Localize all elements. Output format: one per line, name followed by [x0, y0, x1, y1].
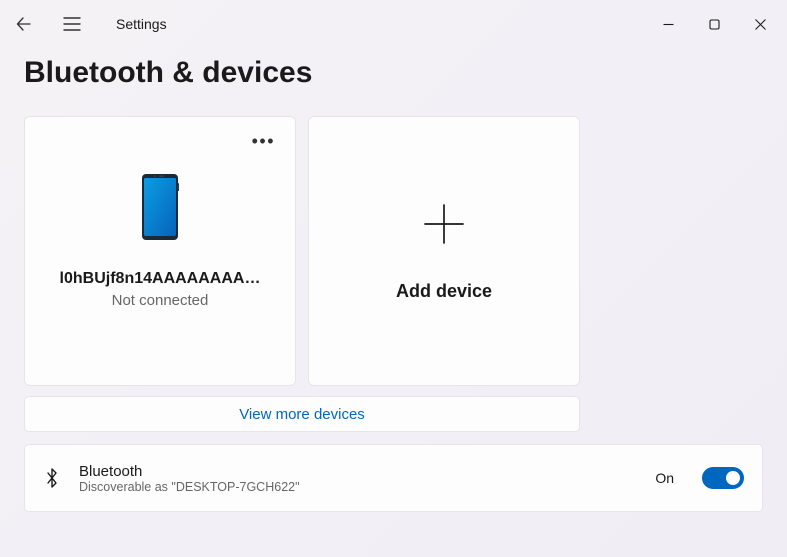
phone-icon: [141, 173, 179, 246]
bluetooth-title: Bluetooth: [79, 463, 637, 480]
bluetooth-toggle[interactable]: [702, 467, 744, 489]
titlebar-left: Settings: [4, 4, 167, 44]
device-card-more-button[interactable]: •••: [248, 127, 279, 156]
back-arrow-icon: [16, 16, 32, 32]
page-title: Bluetooth & devices: [24, 56, 763, 90]
minimize-icon: [663, 19, 674, 30]
view-more-devices-button[interactable]: View more devices: [24, 396, 580, 432]
close-button[interactable]: [737, 8, 783, 40]
window-controls: [645, 8, 783, 40]
bluetooth-icon: [43, 467, 61, 489]
titlebar: Settings: [0, 0, 787, 48]
view-more-label: View more devices: [239, 406, 365, 423]
add-device-card[interactable]: Add device: [308, 116, 580, 386]
app-title: Settings: [116, 16, 167, 32]
device-cards-row: ••• l0hBUjf8n14AAAAAAAA…: [24, 116, 763, 386]
device-name: l0hBUjf8n14AAAAAAAA…: [60, 270, 261, 288]
minimize-button[interactable]: [645, 8, 691, 40]
close-icon: [755, 19, 766, 30]
add-device-label: Add device: [396, 281, 492, 302]
maximize-button[interactable]: [691, 8, 737, 40]
menu-button[interactable]: [52, 4, 92, 44]
paired-device-card[interactable]: ••• l0hBUjf8n14AAAAAAAA…: [24, 116, 296, 386]
plus-icon: [421, 201, 467, 247]
content: Bluetooth & devices •••: [0, 48, 787, 512]
toggle-knob: [726, 471, 740, 485]
maximize-icon: [709, 19, 720, 30]
device-status: Not connected: [112, 292, 209, 309]
bluetooth-subtitle: Discoverable as "DESKTOP-7GCH622": [79, 480, 637, 494]
bluetooth-toggle-state: On: [655, 470, 674, 486]
hamburger-icon: [63, 17, 81, 31]
bluetooth-text-column: Bluetooth Discoverable as "DESKTOP-7GCH6…: [79, 463, 637, 494]
bluetooth-setting-row[interactable]: Bluetooth Discoverable as "DESKTOP-7GCH6…: [24, 444, 763, 512]
back-button[interactable]: [4, 4, 44, 44]
